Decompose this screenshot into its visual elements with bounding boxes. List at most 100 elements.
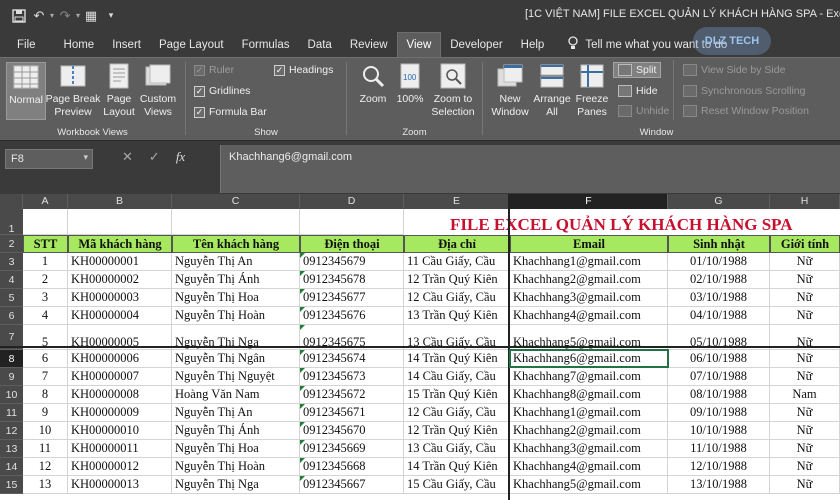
table-cell[interactable]: Nữ xyxy=(770,422,840,440)
table-cell[interactable]: Khachhang3@gmail.com xyxy=(510,289,668,307)
table-cell[interactable]: 12/10/1988 xyxy=(668,458,770,476)
table-cell[interactable]: 04/10/1988 xyxy=(668,307,770,325)
table-cell[interactable]: 14 Trần Quý Kiên xyxy=(404,350,510,368)
table-cell[interactable]: Nguyễn Thị Hoa xyxy=(172,289,300,307)
table-cell[interactable]: 11 Cầu Giấy, Cầu xyxy=(404,253,510,271)
table-cell[interactable]: 0912345667 xyxy=(300,476,404,494)
table-cell[interactable]: Nguyễn Thị Hoa xyxy=(172,440,300,458)
arrange-all-button[interactable]: Arrange All xyxy=(533,62,571,119)
table-cell[interactable]: Nữ xyxy=(770,458,840,476)
header-cell[interactable]: Email xyxy=(510,235,668,253)
table-cell[interactable]: 12 Cầu Giấy, Cầu xyxy=(404,404,510,422)
table-cell[interactable]: KH00000010 xyxy=(68,422,172,440)
table-cell[interactable]: 4 xyxy=(23,307,68,325)
table-cell[interactable]: 7 xyxy=(23,368,68,386)
table-cell[interactable]: 3 xyxy=(23,289,68,307)
header-cell[interactable]: Giới tính xyxy=(770,235,840,253)
table-cell[interactable]: KH00000001 xyxy=(68,253,172,271)
table-cell[interactable]: KH00000004 xyxy=(68,307,172,325)
empty-cell[interactable] xyxy=(172,209,300,235)
tab-insert[interactable]: Insert xyxy=(103,32,150,57)
table-cell[interactable]: 0912345674 xyxy=(300,350,404,368)
row-header-8[interactable]: 8 xyxy=(0,350,23,368)
row-header-13[interactable]: 13 xyxy=(0,440,23,458)
table-cell[interactable]: Nữ xyxy=(770,476,840,494)
table-cell[interactable]: Nguyễn Thị Hoàn xyxy=(172,307,300,325)
column-header-b[interactable]: B xyxy=(68,194,172,209)
column-header-d[interactable]: D xyxy=(300,194,404,209)
table-cell[interactable]: 8 xyxy=(23,386,68,404)
new-window-button[interactable]: New Window xyxy=(489,62,531,119)
row-header-3[interactable]: 3 xyxy=(0,253,23,271)
row-header-1[interactable]: 1 xyxy=(0,209,23,235)
chevron-down-icon[interactable]: ▾ xyxy=(83,152,88,163)
empty-cell[interactable] xyxy=(68,209,172,235)
table-cell[interactable]: 6 xyxy=(23,350,68,368)
header-cell[interactable]: STT xyxy=(23,235,68,253)
table-cell[interactable]: 0912345672 xyxy=(300,386,404,404)
empty-cell[interactable] xyxy=(300,209,404,235)
column-header-a[interactable]: A xyxy=(23,194,68,209)
tab-data[interactable]: Data xyxy=(299,32,341,57)
table-cell[interactable]: 2 xyxy=(23,271,68,289)
table-cell[interactable]: 12 Cầu Giấy, Cầu xyxy=(404,289,510,307)
table-cell[interactable]: Khachhang4@gmail.com xyxy=(510,307,668,325)
header-cell[interactable]: Tên khách hàng xyxy=(172,235,300,253)
tab-formulas[interactable]: Formulas xyxy=(233,32,299,57)
table-cell[interactable]: Nữ xyxy=(770,271,840,289)
row-header-10[interactable]: 10 xyxy=(0,386,23,404)
row-header-14[interactable]: 14 xyxy=(0,458,23,476)
gridlines-checkbox[interactable]: ✓ Gridlines xyxy=(194,85,250,97)
synchronous-scrolling-button[interactable]: Synchronous Scrolling xyxy=(683,85,805,97)
table-cell[interactable]: Nữ xyxy=(770,350,840,368)
empty-cell[interactable] xyxy=(23,209,68,235)
custom-views-button[interactable]: Custom Views xyxy=(138,62,178,119)
table-cell[interactable]: 10 xyxy=(23,422,68,440)
table-cell[interactable]: Khachhang2@gmail.com xyxy=(510,271,668,289)
table-cell[interactable]: 9 xyxy=(23,404,68,422)
table-cell[interactable]: Khachhang7@gmail.com xyxy=(510,368,668,386)
table-cell[interactable]: Khachhang3@gmail.com xyxy=(510,440,668,458)
table-cell[interactable]: Nữ xyxy=(770,440,840,458)
enter-icon[interactable]: ✓ xyxy=(149,149,160,165)
table-cell[interactable]: 12 Trần Quý Kiên xyxy=(404,422,510,440)
table-cell[interactable]: 15 Trần Quý Kiên xyxy=(404,386,510,404)
table-cell[interactable]: KH00000012 xyxy=(68,458,172,476)
freeze-pane-divider[interactable] xyxy=(0,346,840,348)
table-cell[interactable]: 06/10/1988 xyxy=(668,350,770,368)
cancel-icon[interactable]: ✕ xyxy=(122,149,133,165)
table-cell[interactable]: Nguyễn Thị Ánh xyxy=(172,422,300,440)
tab-page-layout[interactable]: Page Layout xyxy=(150,32,233,57)
table-cell[interactable]: Nam xyxy=(770,386,840,404)
table-cell[interactable]: KH00000002 xyxy=(68,271,172,289)
zoom-to-selection-button[interactable]: Zoom to Selection xyxy=(429,62,477,119)
table-cell[interactable]: Nữ xyxy=(770,404,840,422)
table-cell[interactable]: Nguyễn Thị Nga xyxy=(172,476,300,494)
table-cell[interactable]: 15 Cầu Giấy, Cầu xyxy=(404,476,510,494)
table-cell[interactable]: Nữ xyxy=(770,253,840,271)
table-cell[interactable]: 11 xyxy=(23,440,68,458)
page-layout-button[interactable]: Page Layout xyxy=(102,62,136,119)
headings-checkbox[interactable]: ✓ Headings xyxy=(274,64,333,76)
table-cell[interactable]: 12 Trần Quý Kiên xyxy=(404,271,510,289)
reset-window-position-button[interactable]: Reset Window Position xyxy=(683,105,809,117)
zoom-100-button[interactable]: 100 100% xyxy=(395,62,425,106)
table-cell[interactable]: KH00000013 xyxy=(68,476,172,494)
table-cell[interactable]: KH00000007 xyxy=(68,368,172,386)
hide-button[interactable]: Hide xyxy=(618,85,658,97)
table-cell[interactable]: 0912345673 xyxy=(300,368,404,386)
table-cell[interactable]: Nữ xyxy=(770,368,840,386)
header-cell[interactable]: Địa chỉ xyxy=(404,235,510,253)
tab-review[interactable]: Review xyxy=(341,32,397,57)
table-cell[interactable]: 02/10/1988 xyxy=(668,271,770,289)
table-cell[interactable]: KH00000003 xyxy=(68,289,172,307)
table-cell[interactable]: Khachhang5@gmail.com xyxy=(510,476,668,494)
table-cell[interactable]: 01/10/1988 xyxy=(668,253,770,271)
undo-icon[interactable]: ↶ xyxy=(30,7,48,25)
table-cell[interactable]: 0912345677 xyxy=(300,289,404,307)
ruler-checkbox[interactable]: ✓ Ruler xyxy=(194,64,234,76)
table-cell[interactable]: Khachhang4@gmail.com xyxy=(510,458,668,476)
table-cell[interactable]: 13 Cầu Giấy, Cầu xyxy=(404,440,510,458)
normal-view-button[interactable]: Normal xyxy=(6,62,46,120)
redo-icon[interactable]: ↷ xyxy=(56,7,74,25)
